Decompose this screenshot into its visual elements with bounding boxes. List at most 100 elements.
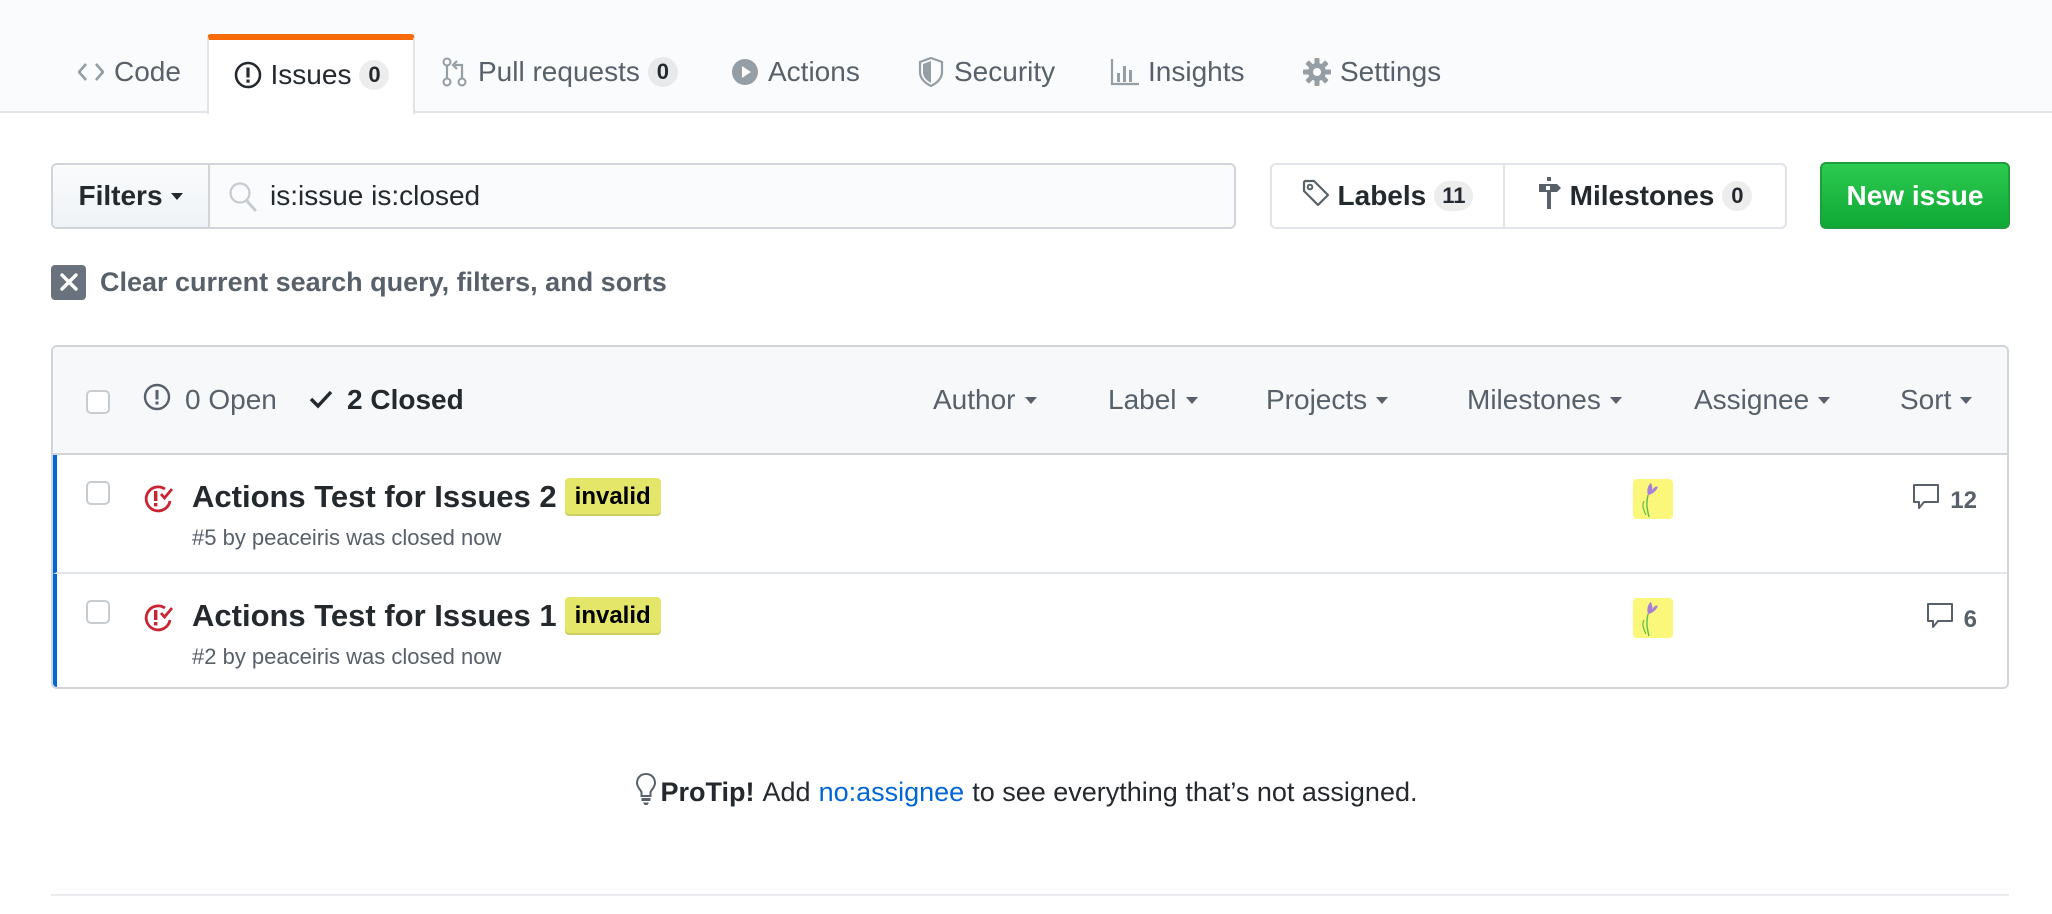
code-icon [76,57,106,87]
labels-button[interactable]: Labels 11 [1272,165,1505,227]
light-bulb-icon [635,772,657,813]
tab-label: Actions [768,56,860,87]
issue-closed-icon [143,483,175,515]
tab-pull-requests[interactable]: Pull requests 0 [440,34,678,114]
sort-select-label: Sort [1900,384,1952,415]
issue-meta: #2 by peaceiris was closed now [192,644,502,669]
issue-title-line: Actions Test for Issues 1 invalid [192,597,661,635]
label-badge[interactable]: invalid [564,478,661,516]
issue-row: Actions Test for Issues 1 invalid #2 by … [53,574,2007,687]
select-all-checkbox[interactable] [86,390,110,414]
assignee-filter-label: Assignee [1694,384,1810,415]
search-input[interactable] [210,165,1234,227]
caret-down-icon [170,192,183,200]
tab-label: Pull requests [478,56,640,87]
search-wrapper [210,165,1234,227]
closed-issues-toggle[interactable]: 2 Closed [309,347,464,453]
repo-nav: Code Issues 0 Pull requests 0 Actions Se… [0,0,2052,114]
clear-query-label: Clear current search query, filters, and… [100,266,667,297]
new-issue-button[interactable]: New issue [1820,162,2010,229]
projects-filter[interactable]: Projects [1266,347,1389,453]
open-count-label: 0 Open [185,384,277,415]
filters-label: Filters [78,180,163,211]
protip-link[interactable]: no:assignee [819,777,965,808]
issue-title-line: Actions Test for Issues 2 invalid [192,478,661,516]
tab-label: Security [954,56,1056,87]
caret-down-icon [1024,396,1037,404]
x-icon [51,264,86,300]
milestones-filter-label: Milestones [1467,384,1601,415]
comment-icon [1926,602,1954,637]
tab-security[interactable]: Security [916,34,1055,114]
issue-opened-icon [143,383,171,418]
play-icon [730,57,760,87]
footer-divider [51,894,2009,896]
issues-counter: 0 [359,60,390,90]
sort-select[interactable]: Sort [1900,347,1973,453]
tab-label: Code [114,56,181,87]
protip-prefix: ProTip! [660,777,755,807]
milestones-counter: 0 [1722,181,1753,211]
label-filter[interactable]: Label [1108,347,1198,453]
label-badge[interactable]: invalid [564,597,661,635]
labels-milestones-group: Labels 11 Milestones 0 [1270,163,1787,229]
issue-row: Actions Test for Issues 2 invalid #5 by … [53,455,2007,574]
milestones-button[interactable]: Milestones 0 [1505,165,1785,227]
graph-icon [1110,57,1140,87]
shield-icon [916,57,946,87]
clear-query-link[interactable]: Clear current search query, filters, and… [51,264,667,300]
tab-label: Issues [270,59,352,90]
tab-label: Settings [1340,56,1442,87]
milestones-label: Milestones [1569,180,1715,211]
comments-count: 12 [1950,486,1977,514]
issues-list: 0 Open 2 Closed Author Label Projects Mi… [51,345,2009,689]
milestones-filter[interactable]: Milestones [1467,347,1622,453]
caret-down-icon [1609,396,1622,404]
caret-down-icon [1376,396,1389,404]
git-pull-request-icon [440,57,470,87]
caret-down-icon [1185,396,1198,404]
issue-title-link[interactable]: Actions Test for Issues 1 [192,598,557,634]
author-filter-label: Author [933,384,1016,415]
tag-icon [1302,179,1330,214]
assignee-avatar[interactable] [1633,479,1673,519]
labels-label: Labels [1337,180,1427,211]
closed-count-label: 2 Closed [347,384,464,415]
issue-checkbox[interactable] [86,600,110,624]
search-icon [228,181,258,213]
open-issues-toggle[interactable]: 0 Open [143,347,277,453]
tab-code[interactable]: Code [76,34,181,114]
gear-icon [1302,57,1332,87]
filter-search-group: Filters [51,163,1236,229]
pull-requests-counter: 0 [647,57,678,87]
protip: ProTip! Add no:assignee to see everythin… [0,772,2052,813]
comments-link[interactable]: 12 [1912,483,1977,518]
author-filter[interactable]: Author [933,347,1037,453]
label-filter-label: Label [1108,384,1177,415]
issue-title-link[interactable]: Actions Test for Issues 2 [192,479,557,515]
assignee-avatar[interactable] [1633,598,1673,638]
issue-closed-icon [143,602,175,634]
issues-list-header: 0 Open 2 Closed Author Label Projects Mi… [53,347,2007,455]
comment-icon [1912,483,1940,518]
issue-opened-icon [233,60,263,90]
projects-filter-label: Projects [1266,384,1368,415]
tab-settings[interactable]: Settings [1302,34,1441,114]
protip-text-before: Add [762,777,811,807]
tab-insights[interactable]: Insights [1110,34,1245,114]
tab-actions[interactable]: Actions [730,34,860,114]
milestone-icon [1538,176,1562,216]
issue-meta: #5 by peaceiris was closed now [192,525,502,550]
labels-counter: 11 [1434,181,1474,211]
filters-dropdown-button[interactable]: Filters [53,165,210,227]
caret-down-icon [1818,396,1831,404]
issue-checkbox[interactable] [86,481,110,505]
caret-down-icon [1960,396,1973,404]
comments-count: 6 [1963,605,1977,633]
protip-text-after: to see everything that’s not assigned. [972,777,1418,807]
tab-label: Insights [1148,56,1245,87]
assignee-filter[interactable]: Assignee [1694,347,1831,453]
check-icon [309,384,333,416]
tab-issues[interactable]: Issues 0 [207,34,415,114]
comments-link[interactable]: 6 [1926,602,1977,637]
